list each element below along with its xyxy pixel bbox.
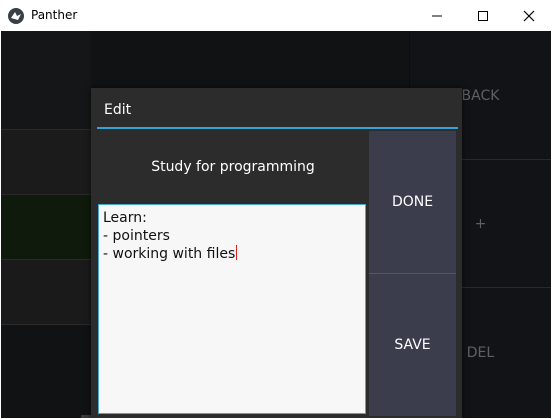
background-task-row [1,195,91,260]
background-task-row [1,130,91,195]
text-cursor [236,245,238,260]
task-title-label: Study for programming [151,159,315,175]
app-window: Panther BACK + DEL Edit Study for progra… [0,0,552,419]
background-task-row [1,31,91,130]
minimize-button[interactable] [414,0,460,31]
app-logo-icon [8,8,24,24]
minimize-icon [432,15,442,17]
save-button[interactable]: SAVE [369,274,456,416]
title-bar[interactable]: Panther [0,0,552,31]
app-canvas: BACK + DEL Edit Study for programming Le… [1,31,551,418]
close-button[interactable] [506,0,552,31]
dialog-title-separator [97,127,458,129]
close-icon [523,10,535,22]
window-title: Panther [31,8,78,22]
notes-textarea[interactable]: Learn: - pointers - working with files [98,204,366,414]
dialog-title: Edit [104,102,132,118]
background-task-row [1,260,91,325]
edit-dialog: Edit Study for programming Learn: - poin… [91,88,462,418]
notes-text: Learn: - pointers - working with files [103,210,236,262]
maximize-icon [478,11,488,21]
maximize-button[interactable] [460,0,506,31]
done-button[interactable]: DONE [369,131,456,273]
